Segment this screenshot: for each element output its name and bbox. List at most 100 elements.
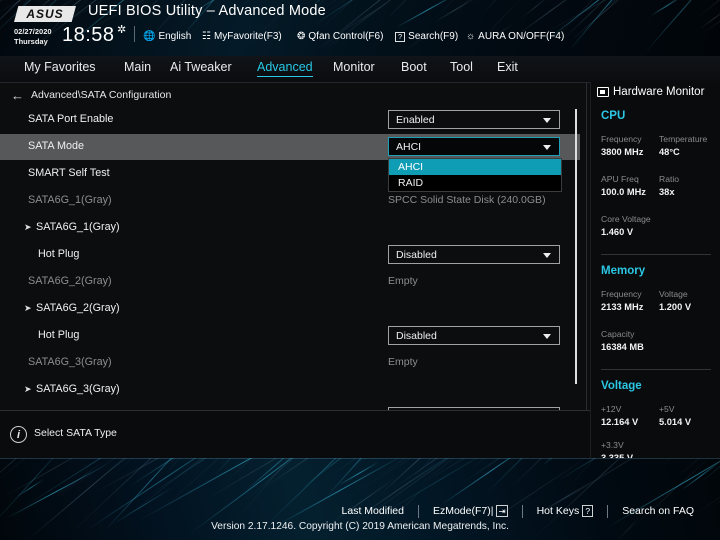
hw-metric-label: Core Voltage	[601, 214, 651, 224]
tab-exit[interactable]: Exit	[497, 60, 518, 76]
settings-pane: ← Advanced\SATA Configuration SATA Port …	[0, 82, 590, 459]
hw-section-title: Memory	[601, 265, 646, 277]
footer-link-last-modified[interactable]: Last Modified	[328, 505, 418, 517]
tab-ai-tweaker[interactable]: Ai Tweaker	[170, 60, 232, 76]
settings-row[interactable]: Hot Plug Disabled	[0, 323, 580, 349]
settings-row-dropdown[interactable]: Disabled	[388, 326, 560, 345]
hw-metric-value: 5.014 V	[659, 417, 692, 427]
settings-row-label: SATA Mode	[28, 140, 85, 152]
tab-advanced[interactable]: Advanced	[257, 60, 313, 77]
settings-row-value: AHCI	[396, 141, 422, 153]
clock-display: 18:58	[62, 24, 115, 46]
settings-row-value: Disabled	[396, 330, 437, 342]
tab-boot[interactable]: Boot	[401, 60, 427, 76]
hw-metric-value: 100.0 MHz	[601, 187, 646, 197]
settings-row-value: SPCC Solid State Disk (240.0GB)	[388, 194, 546, 206]
hw-metric-label: Temperature	[659, 134, 708, 144]
banner-tool-search-f9[interactable]: ? Search(F9)	[395, 31, 458, 42]
hw-divider	[601, 254, 711, 255]
submenu-arrow-icon: ➤	[24, 384, 32, 394]
settings-row[interactable]: SATA Port Enable Enabled	[0, 107, 580, 133]
banner-tool-qfan-control-f6[interactable]: ❂ Qfan Control(F6)	[297, 31, 383, 42]
footer-link-label: EzMode(F7)|	[432, 505, 494, 517]
help-bar: i Select SATA Type	[0, 410, 590, 459]
footer-link-search-on-faq[interactable]: Search on FAQ	[608, 505, 708, 517]
hw-section-title: CPU	[601, 110, 626, 122]
copyright-text: Version 2.17.1246. Copyright (C) 2019 Am…	[211, 521, 509, 532]
settings-row-label: SATA6G_2(Gray)	[36, 302, 120, 314]
banner-tool-english[interactable]: 🌐 English	[143, 31, 191, 42]
settings-row[interactable]: SATA6G_3(Gray) Empty	[0, 350, 580, 376]
tab-monitor[interactable]: Monitor	[333, 60, 375, 76]
hw-metric-value: 1.460 V	[601, 227, 634, 237]
dropdown-option[interactable]: RAID	[389, 175, 561, 191]
footer-link-label: Hot Keys	[536, 505, 580, 517]
footer-key-badge: ?	[582, 505, 594, 517]
globe-icon: 🌐	[143, 30, 156, 42]
settings-row[interactable]: SATA6G_2(Gray) Empty	[0, 269, 580, 295]
asus-logo: ASUS	[14, 6, 76, 22]
chevron-down-icon[interactable]	[543, 145, 551, 150]
hw-metric-label: Frequency	[601, 289, 642, 299]
hw-metric-value: 48°C	[659, 147, 680, 157]
hw-divider	[601, 369, 711, 370]
hw-metric-label: Frequency	[601, 134, 642, 144]
sata-mode-dropdown-menu[interactable]: AHCI RAID	[388, 158, 562, 192]
submenu-arrow-icon: ➤	[24, 303, 32, 313]
settings-list: SATA Port Enable Enabled SATA Mode AHCI SMAR…	[0, 107, 590, 426]
back-arrow-icon[interactable]: ←	[11, 89, 24, 102]
chevron-down-icon[interactable]	[543, 253, 551, 258]
settings-row-label: SATA6G_3(Gray)	[36, 383, 120, 395]
tab-tool[interactable]: Tool	[450, 60, 473, 76]
exit-arrow-icon: ⇥	[496, 505, 508, 517]
hw-metric-value: 2133 MHz	[601, 302, 644, 312]
chevron-down-icon[interactable]	[543, 118, 551, 123]
hw-metric-label: +3.3V	[601, 440, 624, 450]
hardware-monitor-title: Hardware Monitor	[597, 86, 704, 98]
breadcrumb: ← Advanced\SATA Configuration	[0, 83, 590, 107]
banner-tool-label: Search(F9)	[408, 31, 459, 42]
chevron-down-icon[interactable]	[543, 334, 551, 339]
settings-row-dropdown[interactable]: Disabled	[388, 245, 560, 264]
hardware-monitor-title-text: Hardware Monitor	[613, 86, 705, 98]
submenu-arrow-icon: ➤	[24, 222, 32, 232]
footer-links: Last Modified EzMode(F7)| ⇥ Hot Keys? Search…	[0, 502, 720, 520]
hw-metric-label: +5V	[659, 404, 675, 414]
settings-row-label: Hot Plug	[38, 329, 80, 341]
gear-icon[interactable]: ✲	[117, 25, 128, 36]
settings-row[interactable]: ➤ SATA6G_2(Gray)	[0, 296, 580, 322]
settings-row[interactable]: ➤ SATA6G_3(Gray)	[0, 377, 580, 403]
dropdown-option[interactable]: AHCI	[389, 159, 561, 175]
main-nav: My Favorites Main Ai Tweaker Advanced Monito…	[0, 56, 720, 82]
hw-section-title: Voltage	[601, 380, 642, 392]
fan-icon: ❂	[297, 30, 306, 42]
footer-link-hot-keys[interactable]: Hot Keys?	[523, 505, 608, 517]
info-icon: i	[10, 426, 27, 443]
banner-tool-aura-on-off-f4[interactable]: ☼ AURA ON/OFF(F4)	[466, 31, 564, 42]
hw-metric-value: 38x	[659, 187, 675, 197]
banner-tool-myfavorite-f3[interactable]: ☷ MyFavorite(F3)	[202, 31, 282, 42]
settings-row-dropdown[interactable]: Enabled	[388, 110, 560, 129]
footer-link-ezmode-f7[interactable]: EzMode(F7)| ⇥	[419, 505, 522, 517]
tab-main[interactable]: Main	[124, 60, 151, 76]
settings-row-label: Hot Plug	[38, 248, 80, 260]
hw-metric-value: 3800 MHz	[601, 147, 644, 157]
settings-row[interactable]: ➤ SATA6G_1(Gray)	[0, 215, 580, 241]
scrollbar[interactable]	[575, 109, 577, 384]
footer-link-label: Last Modified	[341, 505, 404, 517]
hw-metric-label: Voltage	[659, 289, 688, 299]
settings-row-value: Enabled	[396, 114, 435, 126]
hardware-monitor-panel: Hardware Monitor CPU Frequency 3800 MHz Tem…	[590, 82, 720, 463]
footer-top-line	[0, 458, 720, 459]
settings-row[interactable]: Hot Plug Disabled	[0, 242, 580, 268]
hw-metric-value: 16384 MB	[601, 342, 644, 352]
tab-my-favorites[interactable]: My Favorites	[24, 60, 96, 76]
date-value: 02/27/2020	[14, 27, 52, 36]
breadcrumb-path: Advanced\SATA Configuration	[31, 89, 172, 101]
settings-row-value: Disabled	[396, 249, 437, 261]
settings-row[interactable]: SATA Mode AHCI	[0, 134, 580, 160]
star-icon: ☷	[202, 30, 211, 42]
settings-row-dropdown[interactable]: AHCI	[388, 137, 560, 156]
page-title: UEFI BIOS Utility – Advanced Mode	[88, 3, 326, 19]
banner-tool-label: Qfan Control(F6)	[308, 31, 384, 42]
